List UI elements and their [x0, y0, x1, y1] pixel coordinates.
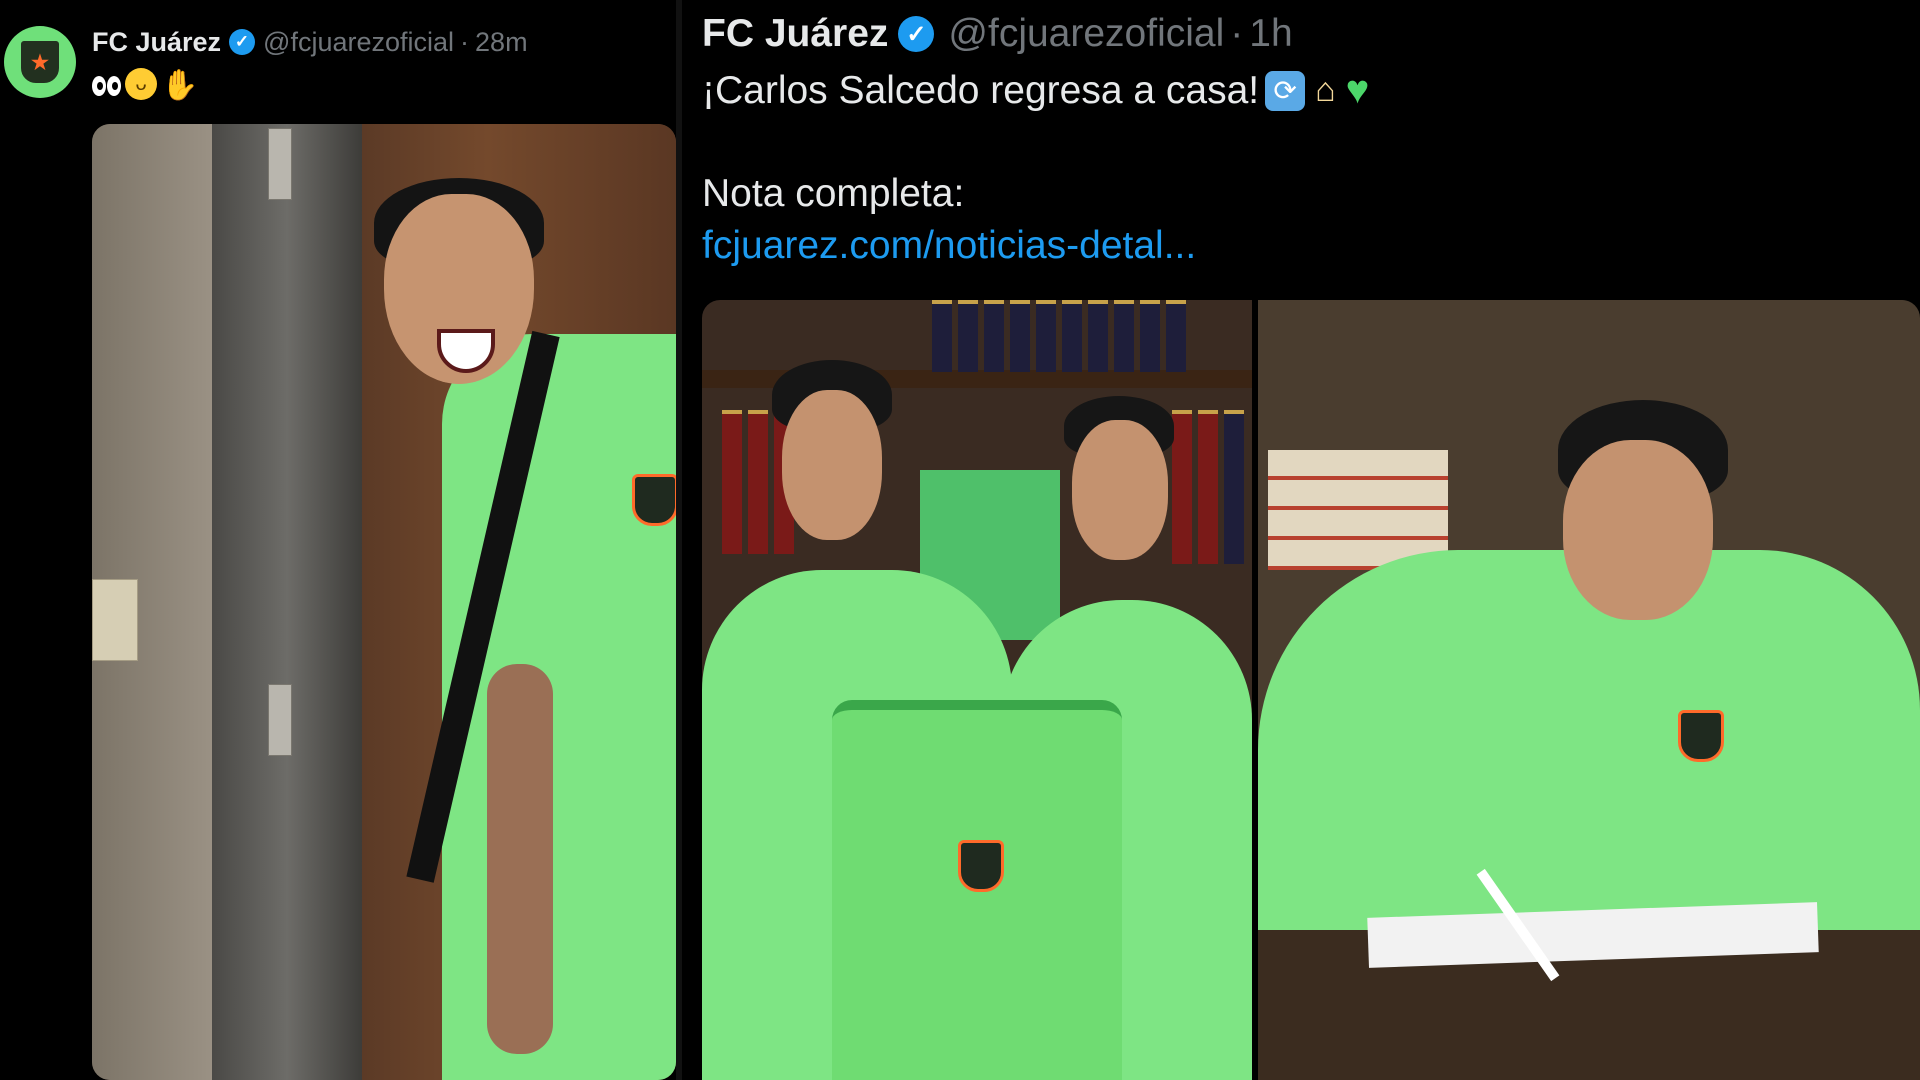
right-tweet: FC Juárez ✓ @fcjuarezoficial · 1h ¡Carlo…	[682, 0, 1920, 1080]
tweet-photo[interactable]	[92, 124, 676, 1080]
tweet-header: FC Juárez ✓ @fcjuarezoficial · 1h	[702, 12, 1293, 56]
waving-hand-emoji-icon: ✋	[161, 69, 199, 102]
verified-badge-icon: ✓	[229, 29, 256, 55]
eyes-emoji-icon	[92, 68, 121, 103]
account-avatar[interactable]: ★	[4, 26, 76, 98]
club-crest-icon: ★	[18, 38, 62, 86]
account-handle[interactable]: @fcjuarezoficial	[263, 27, 454, 58]
tweet-photo-1[interactable]	[702, 300, 1252, 1080]
repeat-arrows-emoji-icon: ⟳	[1265, 70, 1306, 111]
tweet-text: ¡Carlos Salcedo regresa a casa!	[702, 68, 1260, 112]
tweet-time[interactable]: 28m	[475, 27, 528, 58]
green-jersey	[442, 334, 676, 1080]
grinning-face-emoji-icon: ᴗ	[125, 68, 157, 100]
tweet-header: FC Juárez ✓ @fcjuarezoficial · 28m	[92, 24, 528, 60]
tweet-text: ᴗ ✋	[92, 68, 198, 103]
verified-badge-icon: ✓	[898, 16, 935, 52]
tweet-photo-2[interactable]	[1258, 300, 1920, 1080]
green-heart-emoji-icon: ♥	[1345, 68, 1370, 112]
account-handle[interactable]: @fcjuarezoficial	[948, 12, 1224, 56]
tweet-text-line: ¡Carlos Salcedo regresa a casa! ⟳ ⌂ ♥	[702, 68, 1369, 113]
account-name[interactable]: FC Juárez	[702, 12, 888, 56]
tweet-time[interactable]: 1h	[1249, 12, 1292, 56]
account-name[interactable]: FC Juárez	[92, 27, 221, 58]
left-tweet: ★ FC Juárez ✓ @fcjuarezoficial · 28m ᴗ ✋	[0, 0, 676, 1080]
light-switch	[92, 579, 138, 661]
house-emoji-icon: ⌂	[1315, 71, 1336, 109]
separator: ·	[460, 26, 470, 57]
separator: ·	[1230, 12, 1244, 55]
article-link[interactable]: fcjuarez.com/noticias-detal...	[702, 224, 1196, 268]
tweet-text-line-2: Nota completa:	[702, 172, 965, 215]
